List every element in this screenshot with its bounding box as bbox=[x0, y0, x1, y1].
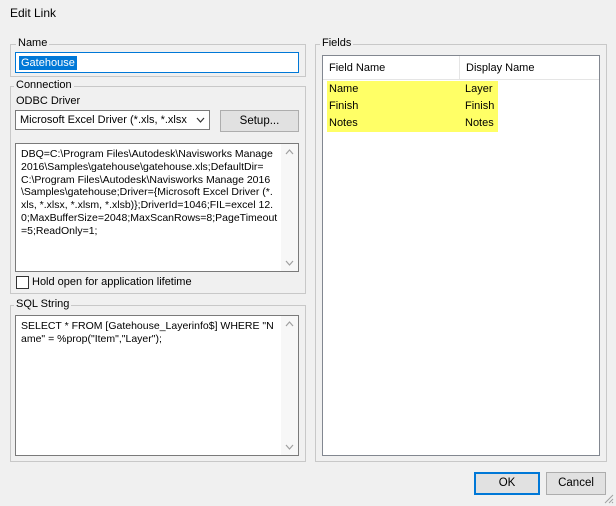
fields-legend: Fields bbox=[320, 37, 354, 50]
odbc-driver-value: Microsoft Excel Driver (*.xls, *.xlsx bbox=[20, 114, 187, 126]
sql-textarea[interactable]: SELECT * FROM [Gatehouse_Layerinfo$] WHE… bbox=[15, 315, 299, 456]
display-name-cell: Notes bbox=[465, 117, 494, 129]
sql-text: SELECT * FROM [Gatehouse_Layerinfo$] WHE… bbox=[21, 320, 274, 345]
ok-button-label: OK bbox=[498, 477, 516, 489]
setup-button[interactable]: Setup... bbox=[220, 110, 299, 132]
sql-scrollbar[interactable] bbox=[281, 316, 298, 455]
field-name-cell: Name bbox=[329, 83, 359, 95]
name-input[interactable]: Gatehouse bbox=[15, 52, 299, 73]
name-legend: Name bbox=[16, 37, 50, 50]
scroll-down-icon[interactable] bbox=[281, 254, 298, 271]
fields-header: Field Name Display Name bbox=[323, 56, 599, 80]
hold-open-label[interactable]: Hold open for application lifetime bbox=[32, 276, 192, 288]
hold-open-checkbox[interactable] bbox=[16, 276, 29, 289]
field-name-cell: Notes bbox=[329, 117, 358, 129]
scroll-up-icon[interactable] bbox=[281, 316, 298, 333]
display-name-cell: Finish bbox=[465, 100, 495, 112]
cancel-button-label: Cancel bbox=[558, 477, 594, 489]
setup-button-label: Setup... bbox=[239, 115, 280, 127]
chevron-down-icon bbox=[196, 111, 205, 129]
dialog-title: Edit Link bbox=[10, 6, 57, 20]
fields-listview[interactable]: Field Name Display Name Name Layer Finis… bbox=[322, 55, 600, 456]
table-row[interactable]: Name Layer bbox=[327, 81, 498, 98]
table-row[interactable]: Finish Finish bbox=[327, 98, 498, 115]
display-name-cell: Layer bbox=[465, 83, 493, 95]
field-name-cell: Finish bbox=[329, 100, 359, 112]
connection-string-text: DBQ=C:\Program Files\Autodesk\Navisworks… bbox=[21, 148, 278, 237]
odbc-driver-select[interactable]: Microsoft Excel Driver (*.xls, *.xlsx bbox=[15, 110, 210, 130]
cancel-button[interactable]: Cancel bbox=[546, 472, 606, 495]
table-row[interactable]: Notes Notes bbox=[327, 115, 498, 132]
resize-grip-icon[interactable] bbox=[602, 492, 614, 504]
scroll-up-icon[interactable] bbox=[281, 144, 298, 161]
connection-string-textarea[interactable]: DBQ=C:\Program Files\Autodesk\Navisworks… bbox=[15, 143, 299, 272]
odbc-driver-label: ODBC Driver bbox=[16, 95, 81, 107]
column-header-field-name[interactable]: Field Name bbox=[323, 56, 459, 80]
connection-legend: Connection bbox=[14, 79, 74, 92]
connection-string-scrollbar[interactable] bbox=[281, 144, 298, 271]
scroll-down-icon[interactable] bbox=[281, 438, 298, 455]
ok-button[interactable]: OK bbox=[474, 472, 540, 495]
name-input-value: Gatehouse bbox=[19, 56, 77, 70]
sql-legend: SQL String bbox=[14, 298, 72, 311]
column-header-display-name[interactable]: Display Name bbox=[459, 56, 595, 80]
